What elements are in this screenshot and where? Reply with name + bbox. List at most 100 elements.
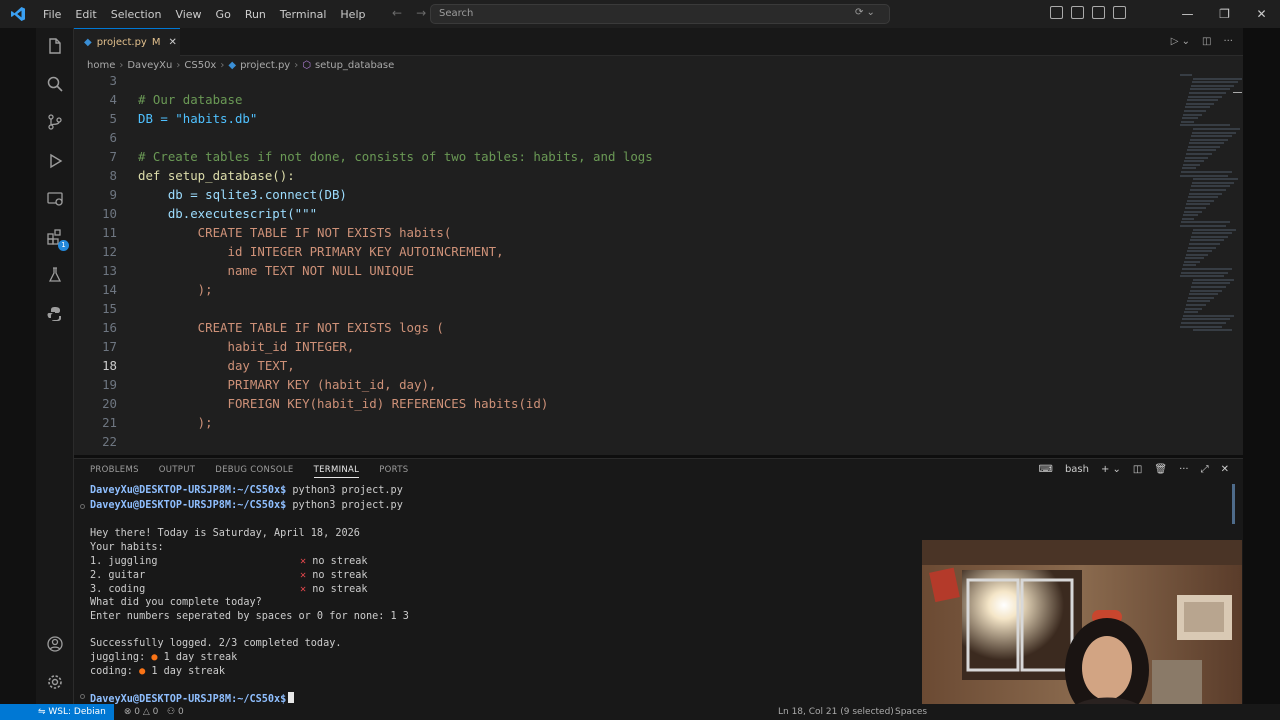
explorer-icon[interactable] xyxy=(45,37,65,57)
terminal-command: python3 project.py xyxy=(292,500,403,511)
minimap[interactable] xyxy=(1180,74,1242,364)
habit-status: no streak xyxy=(312,556,368,567)
menu-view[interactable]: View xyxy=(168,8,208,21)
code-line[interactable]: 13 name TEXT NOT NULL UNIQUE xyxy=(74,261,1174,280)
menu-run[interactable]: Run xyxy=(238,8,273,21)
breadcrumb-user[interactable]: DaveyXu xyxy=(127,60,172,71)
toggle-panel-icon[interactable] xyxy=(1092,6,1105,19)
toggle-sidebar-icon[interactable] xyxy=(1050,6,1063,19)
minimap-line xyxy=(1186,253,1208,256)
toggle-editor-icon[interactable] xyxy=(1071,6,1084,19)
remote-indicator[interactable]: ⇋ WSL: Debian xyxy=(0,704,114,720)
testing-icon[interactable] xyxy=(45,266,65,286)
code-line[interactable]: 4 # Our database xyxy=(74,90,1174,109)
minimap-line xyxy=(1187,149,1216,152)
minimap-line xyxy=(1183,264,1196,267)
code-line[interactable]: 12 id INTEGER PRIMARY KEY AUTOINCREMENT, xyxy=(74,242,1174,261)
terminal-scrollbar[interactable] xyxy=(1232,484,1235,524)
source-control-icon[interactable] xyxy=(45,113,65,133)
menu-selection[interactable]: Selection xyxy=(104,8,169,21)
split-terminal-icon[interactable]: ◫ xyxy=(1133,464,1142,475)
menu-help[interactable]: Help xyxy=(333,8,372,21)
forward-arrow-icon[interactable]: → xyxy=(416,6,426,20)
code-line[interactable]: 17 habit_id INTEGER, xyxy=(74,337,1174,356)
minimap-line xyxy=(1184,260,1200,263)
menu-terminal[interactable]: Terminal xyxy=(273,8,334,21)
more-actions-icon[interactable]: ··· xyxy=(1223,36,1233,47)
minimap-line xyxy=(1191,235,1228,238)
code-line[interactable]: 19 PRIMARY KEY (habit_id, day), xyxy=(74,375,1174,394)
code-line[interactable]: 11 CREATE TABLE IF NOT EXISTS habits( xyxy=(74,223,1174,242)
toggle-secondary-sidebar-icon[interactable] xyxy=(1113,6,1126,19)
minimap-line xyxy=(1188,296,1214,299)
minimap-line xyxy=(1185,307,1202,310)
code-line[interactable]: 10 db.executescript(""" xyxy=(74,204,1174,223)
code-line[interactable]: 20 FOREIGN KEY(habit_id) REFERENCES habi… xyxy=(74,394,1174,413)
command-decoration-icon[interactable] xyxy=(80,504,85,509)
minimap-line xyxy=(1190,239,1224,242)
code-line[interactable]: 14 ); xyxy=(74,280,1174,299)
problems-status[interactable]: ⊗ 0 △ 0 ⚇ 0 xyxy=(124,707,184,717)
command-decoration-icon[interactable] xyxy=(80,694,85,699)
code-line[interactable]: 21 ); xyxy=(74,413,1174,432)
menu-go[interactable]: Go xyxy=(209,8,238,21)
code-line[interactable]: 7 # Create tables if not done, consists o… xyxy=(74,147,1174,166)
python-icon[interactable] xyxy=(45,305,65,325)
code-line[interactable]: 5 DB = "habits.db" xyxy=(74,109,1174,128)
minimap-line xyxy=(1182,167,1196,170)
tab-debug-console[interactable]: DEBUG CONSOLE xyxy=(215,465,293,478)
account-icon[interactable] xyxy=(45,635,65,655)
more-actions-icon[interactable]: ··· xyxy=(1179,464,1189,475)
breadcrumb-symbol[interactable]: setup_database xyxy=(315,60,394,71)
remote-explorer-icon[interactable] xyxy=(45,190,65,210)
menu-edit[interactable]: Edit xyxy=(68,8,103,21)
tab-problems[interactable]: PROBLEMS xyxy=(90,465,139,478)
split-editor-icon[interactable]: ◫ xyxy=(1202,36,1211,47)
new-terminal-icon[interactable]: + ⌄ xyxy=(1101,464,1121,475)
close-panel-icon[interactable]: ✕ xyxy=(1221,464,1229,475)
line-number: 12 xyxy=(102,244,117,259)
minimap-line xyxy=(1189,91,1226,94)
streak-count: 1 day streak xyxy=(163,652,238,663)
tab-ports[interactable]: PORTS xyxy=(379,465,408,478)
search-icon[interactable] xyxy=(45,75,65,95)
breadcrumb-file[interactable]: project.py xyxy=(240,60,290,71)
code-line[interactable]: 18 day TEXT, xyxy=(74,356,1174,375)
maximize-panel-icon[interactable]: ⤢ xyxy=(1201,464,1209,475)
trash-icon[interactable]: 🗑 xyxy=(1154,464,1167,475)
minimap-line xyxy=(1185,106,1210,109)
maximize-icon[interactable]: ❐ xyxy=(1206,0,1243,28)
tab-project-py[interactable]: ◆ project.py M ✕ xyxy=(74,28,180,56)
run-debug-icon[interactable] xyxy=(45,152,65,172)
close-tab-icon[interactable]: ✕ xyxy=(169,37,177,48)
scrollbar-marker xyxy=(1233,92,1242,93)
tab-output[interactable]: OUTPUT xyxy=(159,465,195,478)
copilot-icon[interactable]: ⟳ ⌄ xyxy=(855,7,875,18)
code-line[interactable]: 16 CREATE TABLE IF NOT EXISTS logs ( xyxy=(74,318,1174,337)
settings-gear-icon[interactable] xyxy=(45,673,65,693)
code-line[interactable]: 22 xyxy=(74,432,1174,451)
code-line[interactable]: 15 xyxy=(74,299,1174,318)
remote-label: WSL: Debian xyxy=(48,707,106,717)
minimap-line xyxy=(1180,275,1224,278)
code-line[interactable]: 3 xyxy=(74,74,1174,90)
code-line[interactable]: 8 def setup_database(): xyxy=(74,166,1174,185)
code-line[interactable]: 9 db = sqlite3.connect(DB) xyxy=(74,185,1174,204)
command-center-search[interactable]: Search xyxy=(430,4,890,24)
code-line[interactable]: 6 xyxy=(74,128,1174,147)
close-window-icon[interactable]: ✕ xyxy=(1243,0,1280,28)
minimize-icon[interactable]: — xyxy=(1169,0,1206,28)
minimap-line xyxy=(1186,203,1210,206)
cursor-position[interactable]: Ln 18, Col 21 (9 selected) xyxy=(778,704,894,720)
success-line: Successfully logged. 2/3 completed today… xyxy=(90,638,342,649)
run-file-icon[interactable]: ▷ ⌄ xyxy=(1171,36,1190,47)
extensions-badge: 1 xyxy=(58,240,69,251)
breadcrumb-folder[interactable]: CS50x xyxy=(184,60,216,71)
back-arrow-icon[interactable]: ← xyxy=(392,6,402,20)
shell-name[interactable]: bash xyxy=(1065,464,1089,475)
indentation-status[interactable]: Spaces xyxy=(895,704,927,720)
breadcrumb-home[interactable]: home xyxy=(87,60,115,71)
tab-terminal[interactable]: TERMINAL xyxy=(313,465,360,478)
code-editor[interactable]: 3 4 # Our database 5 DB = "habits.db" 6 7 # Cre… xyxy=(74,74,1243,455)
menu-file[interactable]: File xyxy=(36,8,68,21)
